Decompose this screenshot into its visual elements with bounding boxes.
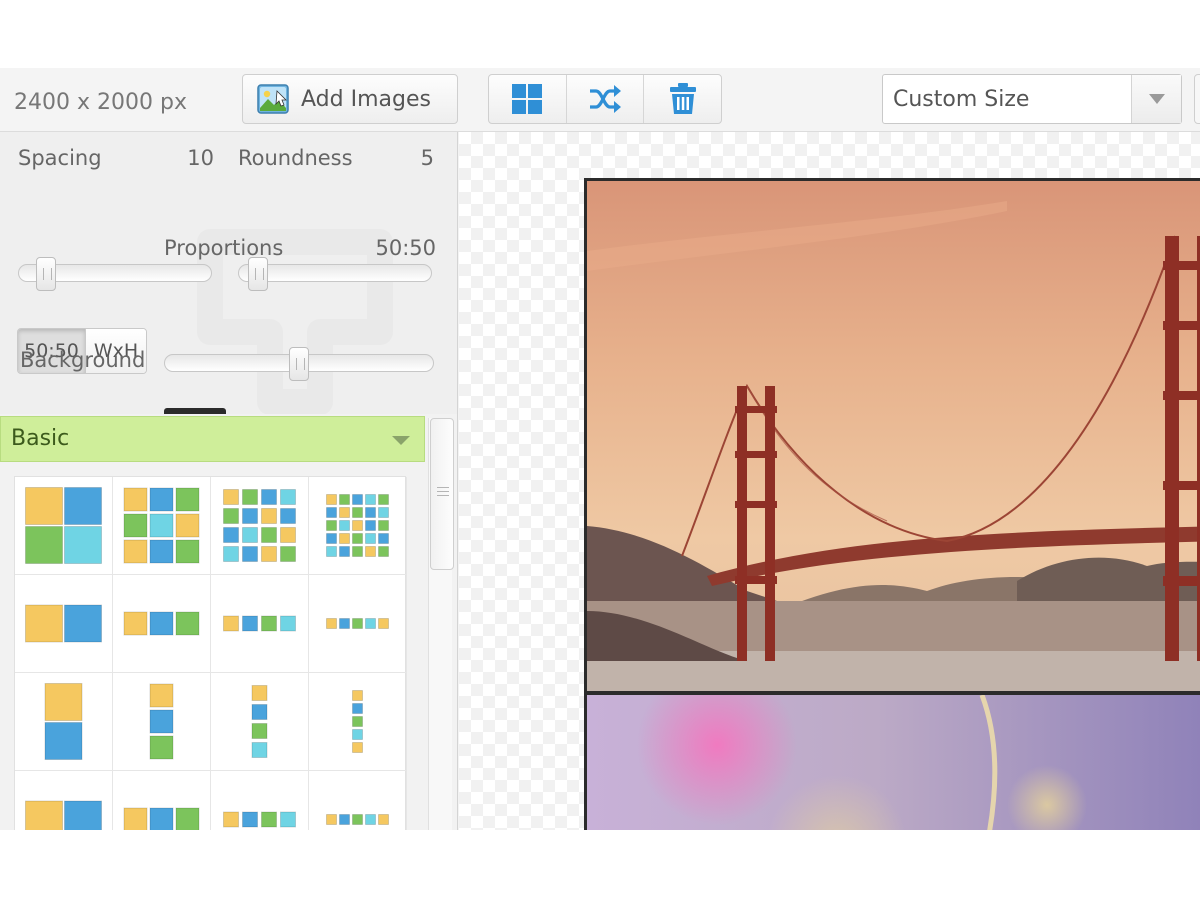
shuffle-button[interactable] (567, 75, 645, 123)
layout-thumbnail-icon (223, 811, 296, 828)
chevron-down-icon (392, 436, 410, 445)
canvas-area (459, 132, 1200, 830)
settings-panel: Spacing 10 Roundness 5 50:50 WxH Proport… (0, 132, 458, 414)
trash-icon (669, 83, 696, 114)
roundness-label: Roundness (238, 146, 353, 170)
layout-option[interactable] (15, 575, 113, 673)
collage-app: 2400 x 2000 px Add Images Custom Size Sp… (0, 68, 1200, 830)
layout-option[interactable] (309, 771, 407, 830)
size-select[interactable]: Custom Size (882, 74, 1182, 124)
layout-thumbnail-icon (352, 690, 363, 753)
layout-option[interactable] (113, 575, 211, 673)
layout-category-header[interactable]: Basic (0, 416, 425, 462)
spacing-slider-handle[interactable] (36, 257, 56, 291)
bokeh-photo-image (587, 695, 1200, 830)
canvas-actions-group (488, 74, 722, 124)
layout-option[interactable] (211, 771, 309, 830)
layout-thumbnail-icon (25, 604, 102, 643)
collage-canvas (584, 178, 1200, 830)
layout-thumbnail-icon (326, 618, 389, 629)
photo-bokeh-lights[interactable] (587, 695, 1200, 830)
layout-thumbnail-icon (44, 683, 83, 760)
add-images-label: Add Images (301, 86, 431, 112)
roundness-slider[interactable] (238, 257, 432, 291)
spacing-slider[interactable] (18, 257, 212, 291)
layout-button[interactable] (489, 75, 567, 123)
photo-golden-gate-bridge[interactable] (587, 181, 1200, 691)
layout-thumbnail-icon (123, 611, 200, 636)
roundness-value: 5 (420, 146, 434, 170)
spacing-label: Spacing (18, 146, 102, 170)
layout-option[interactable] (15, 477, 113, 575)
proportions-label: Proportions (164, 236, 284, 260)
layout-thumbnail-icon (149, 683, 174, 760)
layout-thumbnail-icon (123, 807, 200, 830)
layout-option[interactable] (309, 477, 407, 575)
canvas-size-readout: 2400 x 2000 px (14, 90, 187, 115)
layout-thumbnail-icon (223, 615, 296, 632)
layout-option[interactable] (211, 477, 309, 575)
toolbar: 2400 x 2000 px Add Images Custom Size (0, 68, 1200, 132)
layout-thumbnail-icon (123, 487, 200, 564)
size-select-arrow[interactable] (1131, 75, 1181, 123)
layout-option[interactable] (113, 771, 211, 830)
layout-thumbnail-icon (326, 494, 389, 557)
layout-thumbnail-icon (251, 685, 268, 758)
chevron-down-icon (1148, 94, 1165, 104)
delete-button[interactable] (644, 75, 721, 123)
layout-thumbnail-icon (25, 487, 102, 564)
layout-option[interactable] (15, 771, 113, 830)
spacing-value: 10 (187, 146, 214, 170)
add-images-button[interactable]: Add Images (242, 74, 458, 124)
layout-grid (14, 476, 407, 830)
bridge-photo-image (587, 181, 1200, 691)
layouts-scrollbar[interactable] (428, 418, 454, 830)
layout-category-title: Basic (11, 426, 70, 451)
background-label: Background (20, 348, 146, 372)
layout-option[interactable] (309, 575, 407, 673)
proportions-slider[interactable] (164, 347, 434, 381)
proportions-value: 50:50 (375, 236, 436, 260)
more-options-button[interactable] (1194, 74, 1200, 124)
watermark-logo (197, 229, 393, 414)
scrollbar-thumb[interactable] (430, 418, 454, 570)
grid-layout-icon (512, 84, 543, 114)
layout-thumbnail-icon (223, 489, 296, 562)
layout-option[interactable] (211, 575, 309, 673)
layout-option[interactable] (113, 673, 211, 771)
image-icon (257, 84, 289, 114)
shuffle-icon (590, 85, 621, 113)
layout-thumbnail-icon (326, 814, 389, 825)
layouts-panel: Basic (0, 414, 458, 830)
proportions-slider-handle[interactable] (289, 347, 309, 381)
layout-option[interactable] (113, 477, 211, 575)
size-select-value: Custom Size (893, 87, 1030, 112)
layout-thumbnail-icon (25, 800, 102, 830)
layout-option[interactable] (211, 673, 309, 771)
layout-option[interactable] (309, 673, 407, 771)
layout-option[interactable] (15, 673, 113, 771)
roundness-slider-handle[interactable] (248, 257, 268, 291)
